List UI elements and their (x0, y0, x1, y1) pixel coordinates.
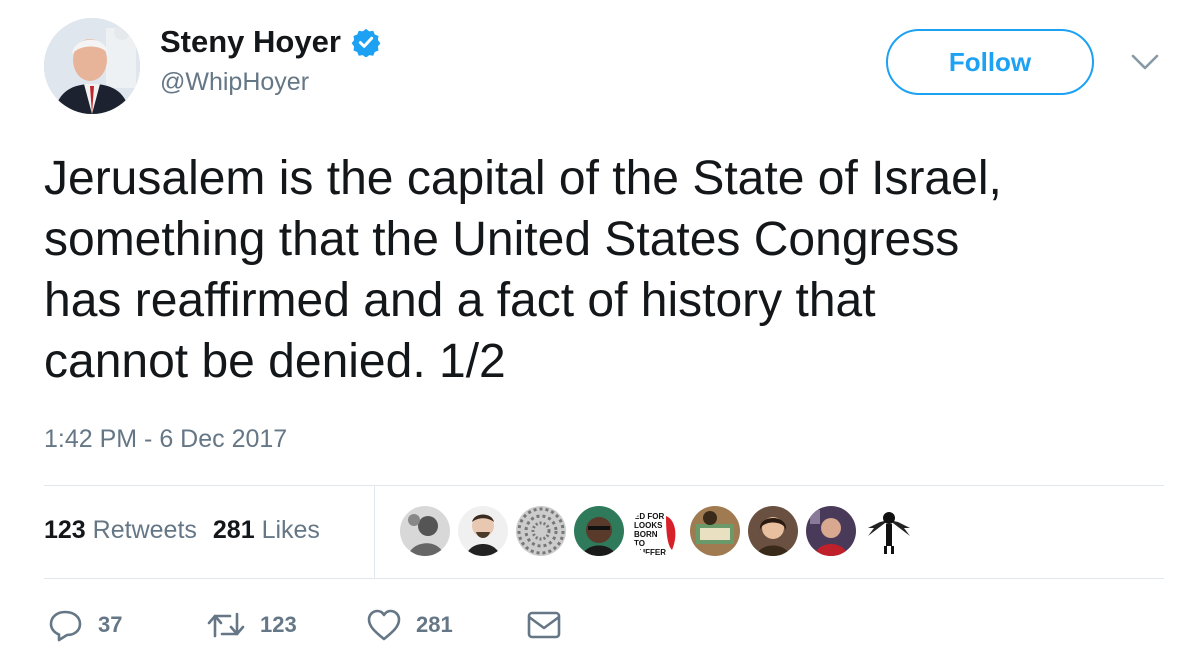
tweet-text-line: cannot be denied. 1/2 (44, 335, 506, 388)
liker-avatar[interactable] (862, 504, 916, 558)
author-info: Steny Hoyer @WhipHoyer (160, 24, 381, 97)
tweet-text-line: has reaffirmed and a fact of history tha… (44, 274, 876, 327)
likes-count: 281 (212, 516, 255, 544)
tweet-timestamp[interactable]: 1:42 PM - 6 Dec 2017 (44, 425, 287, 454)
liker-avatar[interactable] (804, 504, 858, 558)
reply-action[interactable]: 37 (48, 608, 122, 642)
stats-vertical-divider (374, 486, 375, 578)
retweet-count: 123 (260, 612, 297, 637)
retweets-label: Retweets (92, 516, 197, 544)
author-handle[interactable]: @WhipHoyer (160, 68, 381, 97)
author-display-name[interactable]: Steny Hoyer (160, 24, 341, 60)
liker-avatar[interactable] (456, 504, 510, 558)
retweets-count: 123 (44, 516, 86, 544)
likes-stat[interactable]: 281 Likes (213, 516, 320, 544)
likes-label: Likes (261, 516, 320, 544)
author-photo (44, 18, 140, 114)
liker-avatar[interactable] (572, 504, 626, 558)
retweet-action[interactable]: 123 (206, 608, 297, 642)
liker-avatar[interactable] (398, 504, 452, 558)
author-avatar[interactable] (44, 18, 140, 114)
envelope-icon (527, 611, 561, 639)
chevron-down-icon[interactable] (1130, 52, 1160, 72)
direct-message-action[interactable] (526, 608, 562, 642)
follow-button[interactable]: Follow (886, 29, 1094, 95)
tweet-text-line: something that the United States Congres… (44, 213, 960, 266)
heart-icon (367, 609, 401, 641)
liker-avatar-text: ED FOR LOOKS BORN TO SUFFER (634, 512, 666, 557)
reply-icon (49, 610, 82, 642)
tweet-stats: 123 Retweets 281 Likes (44, 516, 320, 545)
tweet-text: Jerusalem is the capital of the State of… (44, 148, 1164, 392)
stats-bottom-divider (44, 578, 1164, 579)
retweet-icon (207, 612, 245, 638)
liker-avatar[interactable] (514, 504, 568, 558)
like-count: 281 (416, 612, 453, 637)
verified-badge-icon (351, 28, 381, 57)
liker-avatar[interactable] (746, 504, 800, 558)
liker-avatar[interactable]: ED FOR LOOKS BORN TO SUFFER (630, 504, 684, 558)
like-action[interactable]: 281 (366, 608, 453, 642)
tweet-text-line: Jerusalem is the capital of the State of… (44, 152, 1002, 205)
liker-avatar[interactable] (688, 504, 742, 558)
retweets-stat[interactable]: 123 Retweets (44, 516, 197, 544)
reply-count: 37 (98, 612, 123, 637)
stats-top-divider (44, 485, 1164, 486)
